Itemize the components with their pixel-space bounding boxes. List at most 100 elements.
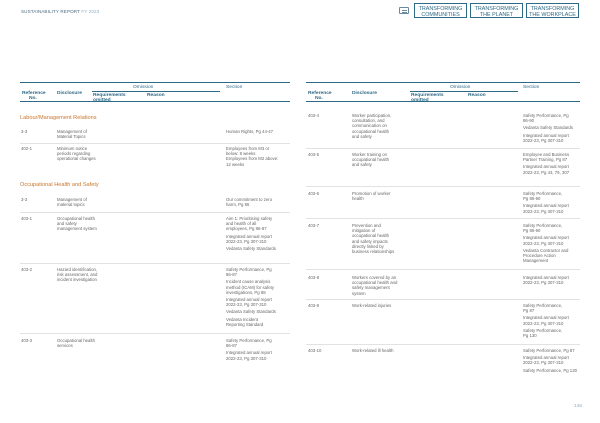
- text-line: Integrated annual report: [523, 203, 569, 209]
- reference-header: Reference No.: [22, 91, 46, 102]
- row-section: Safety Performance, Pg 86-90 Integrated …: [523, 223, 569, 263]
- text-line: management system: [57, 226, 97, 232]
- section-occupational-health-safety: Occupational Health and Safety: [20, 182, 99, 188]
- text-line: Integrated annual report: [523, 164, 569, 170]
- row-ref: 402-1: [21, 146, 32, 151]
- text-line: Integrated annual report: [523, 235, 569, 241]
- row-disclosure: Work-related ill health: [352, 348, 393, 353]
- row-disclosure: Management of material topics: [57, 197, 87, 207]
- row-ref: 403-1: [21, 216, 32, 221]
- section-header: Section: [226, 84, 243, 90]
- table-header: Omission Section Reference No. Disclosur…: [306, 82, 580, 104]
- row-section: Safety Performance, Pg 86-87 Integrated …: [226, 338, 272, 361]
- text-line: 2022-23, Pg 307-310: [523, 240, 564, 246]
- text-line: Safety Performance, Pg 87: [523, 348, 575, 353]
- tab-line: COMMUNITIES: [421, 11, 460, 18]
- row-disclosure: Minimum notice periods regarding operati…: [57, 146, 96, 162]
- row-divider: [306, 148, 580, 149]
- row-ref: 403-5: [308, 152, 319, 157]
- text-line: 12 weeks: [226, 161, 245, 167]
- text-line: Vedanta Safety Standards: [226, 309, 276, 315]
- page-number: 146: [573, 404, 582, 409]
- text-line: communication on: [352, 123, 387, 129]
- page-header: SUSTAINABILITY REPORT FY 2023 TRANSFORMI…: [0, 0, 600, 22]
- row-ref: 403-9: [308, 303, 319, 308]
- text-line: Partner Training, Pg 87: [523, 157, 568, 163]
- reference-header: Reference No.: [308, 91, 332, 102]
- row-section: Safety Performance, Pg 86-90 Vedanta Saf…: [523, 113, 573, 143]
- tab-transforming-the-workplace[interactable]: TRANSFORMING THE WORKPLACE: [526, 3, 579, 18]
- tab-transforming-the-planet[interactable]: TRANSFORMING THE PLANET: [470, 3, 523, 18]
- row-disclosure: Worker participation, consultation, and …: [352, 113, 391, 139]
- row-divider: [306, 344, 580, 345]
- omission-header: Omission: [133, 84, 154, 90]
- text-line: 2022-23, Pg 307-310: [226, 355, 267, 361]
- text-line: and safety: [352, 133, 372, 139]
- row-ref: 403-7: [308, 223, 319, 228]
- text-line: 2022-23, Pg 307-310: [523, 280, 564, 286]
- row-section: Employee and Business Partner Training, …: [523, 152, 569, 175]
- row-divider: [306, 218, 580, 219]
- reason-header: Reason: [147, 92, 165, 98]
- text-line: harm, Pg 86: [226, 202, 250, 208]
- row-disclosure: Occupational health and safety managemen…: [57, 216, 97, 232]
- reason-header: Reason: [468, 92, 486, 98]
- omitted-label: omitted: [411, 98, 429, 103]
- text-line: Work-related injuries: [352, 303, 392, 308]
- row-section: Human Rights, Pg 44-47: [226, 129, 273, 134]
- text-line: Vedanta Safety Standards: [523, 125, 573, 131]
- text-line: 2022-23, Pg 307-310: [523, 208, 564, 214]
- no-label: No.: [29, 96, 37, 101]
- row-disclosure: Hazard identification, risk assessment, …: [57, 267, 97, 283]
- row-section: Safety Performance, Pg 87 Integrated ann…: [523, 348, 577, 373]
- tab-line: TRANSFORMING: [530, 5, 575, 12]
- text-line: Employees from M2 above:: [226, 156, 279, 162]
- row-section: Aim 1: Prioritising safety and health of…: [226, 216, 276, 251]
- section-header: Section: [523, 84, 540, 90]
- row-section: Our commitment to zero harm, Pg 86: [226, 197, 272, 207]
- row-ref: 3-3: [21, 197, 28, 202]
- row-disclosure: Promotion of worker health: [352, 191, 390, 201]
- gri-table-left: Omission Section Reference No. Disclosur…: [20, 82, 290, 382]
- tab-transforming-communities[interactable]: TRANSFORMING COMMUNITIES: [414, 3, 467, 18]
- menu-icon[interactable]: [399, 7, 409, 14]
- gri-table-right: Omission Section Reference No. Disclosur…: [306, 82, 580, 382]
- report-title: SUSTAINABILITY REPORT FY 2023: [21, 9, 99, 14]
- row-ref: 403-10: [308, 348, 322, 353]
- row-ref: 3-3: [21, 129, 28, 134]
- row-divider: [20, 263, 290, 264]
- requirements-omitted-header: Requirements omitted: [411, 93, 444, 104]
- row-section: Safety Performance, Pg 86-87 Incident ca…: [226, 267, 276, 327]
- row-section: Safety Performance, Pg 86-90 Integrated …: [523, 191, 569, 214]
- text-line: 2022-23, Pg 307-310: [523, 320, 564, 326]
- text-line: system: [352, 290, 366, 296]
- row-section: Employees from M3 or below: 8 weeks Empl…: [226, 146, 278, 167]
- requirements-omitted-header: Requirements omitted: [93, 93, 126, 104]
- text-line: incident investigation: [57, 277, 97, 283]
- text-line: health: [352, 196, 364, 202]
- text-line: business relationships: [352, 249, 395, 255]
- tab-line: TRANSFORMING: [474, 5, 519, 12]
- text-line: operational changes: [57, 156, 96, 162]
- text-line: services: [57, 343, 73, 349]
- table-header: Omission Section Reference No. Disclosur…: [20, 82, 290, 104]
- omitted-label: omitted: [93, 98, 111, 103]
- text-line: Vedanta Safety Standards: [226, 246, 276, 252]
- text-line: Management: [523, 258, 549, 264]
- text-line: and safety: [352, 162, 372, 168]
- text-line: Reporting Standard: [226, 321, 264, 327]
- row-disclosure: Workers covered by an occupational healt…: [352, 275, 397, 296]
- text-line: Pg 130: [523, 333, 537, 339]
- disclosure-header: Disclosure: [57, 90, 83, 96]
- row-disclosure: Worker training on occupational health a…: [352, 152, 389, 168]
- text-line: Material Topics: [57, 134, 86, 140]
- text-line: material topics: [57, 202, 85, 208]
- tab-line: THE WORKPLACE: [529, 11, 576, 18]
- tab-line: THE PLANET: [479, 11, 514, 18]
- row-divider: [20, 143, 290, 144]
- text-line: Incident cause analysis: [226, 279, 271, 285]
- text-line: Safety Performance, Pg 130: [523, 367, 577, 373]
- row-ref: 403-4: [308, 113, 319, 118]
- report-year: FY 2023: [81, 9, 100, 14]
- row-divider: [20, 212, 290, 213]
